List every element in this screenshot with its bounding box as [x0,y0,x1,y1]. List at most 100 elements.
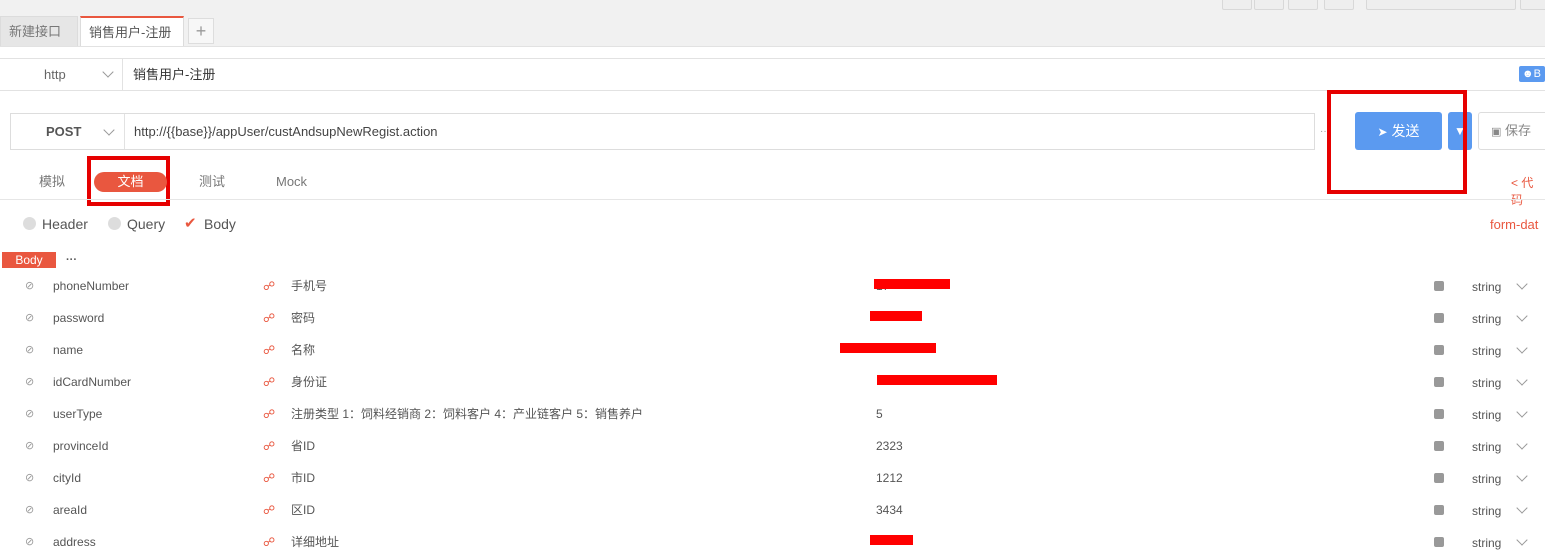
toolbar-button[interactable] [1222,0,1252,10]
param-name[interactable]: phoneNumber [53,278,129,294]
param-desc[interactable]: 省ID [291,438,315,454]
param-type[interactable]: string [1472,407,1501,423]
pin-icon[interactable]: ⊘ [25,502,34,518]
param-name[interactable]: address [53,534,96,550]
toolbar-button[interactable] [1324,0,1354,10]
subtab-simulate[interactable]: 模拟 [39,172,65,192]
divider [0,199,1545,200]
interface-name-input[interactable]: 销售用户-注册 [133,59,215,90]
header-label: Header [42,216,88,232]
protocol-select[interactable]: http [0,59,123,90]
cube-icon[interactable] [1434,537,1444,547]
table-row [0,342,1545,358]
subtab-mock[interactable]: Mock [276,172,307,192]
param-type[interactable]: string [1472,471,1501,487]
table-row [0,502,1545,518]
param-name[interactable]: provinceId [53,438,108,454]
toolbar-button[interactable] [1288,0,1318,10]
pin-icon[interactable]: ⊘ [25,374,34,390]
link-icon[interactable]: ☍ [263,374,275,390]
request-url-bar: POST http://{{base}}/appUser/custAndsupN… [10,113,1330,150]
param-name[interactable]: areaId [53,502,87,518]
param-type[interactable]: string [1472,439,1501,455]
param-value[interactable]: 2323 [876,438,903,454]
param-type[interactable]: string [1472,503,1501,519]
toolbar-button[interactable] [1520,0,1545,10]
environment-select[interactable] [1366,0,1516,10]
url-input[interactable]: http://{{base}}/appUser/custAndsupNewReg… [134,114,438,149]
link-icon[interactable]: ☍ [263,502,275,518]
cube-icon[interactable] [1434,505,1444,515]
cube-icon[interactable] [1434,313,1444,323]
param-name[interactable]: password [53,310,104,326]
method-select[interactable]: POST [11,114,125,149]
subtab-doc[interactable]: 文档 [94,172,167,192]
link-icon[interactable]: ☍ [263,310,275,326]
content-type-label[interactable]: form-dat [1490,217,1538,232]
param-desc[interactable]: 区ID [291,502,315,518]
toolbar-button[interactable] [1254,0,1284,10]
tab-sales-user-register[interactable]: 销售用户-注册 [80,16,184,46]
cube-icon[interactable] [1434,281,1444,291]
param-type[interactable]: string [1472,535,1501,551]
user-badge[interactable]: ☻B [1519,66,1545,82]
link-icon[interactable]: ☍ [263,438,275,454]
cube-icon[interactable] [1434,473,1444,483]
pin-icon[interactable]: ⊘ [25,310,34,326]
pin-icon[interactable]: ⊘ [25,278,34,294]
param-name[interactable]: idCardNumber [53,374,131,390]
cube-icon[interactable] [1434,409,1444,419]
pin-icon[interactable]: ⊘ [25,342,34,358]
method-value: POST [46,124,82,139]
param-desc[interactable]: 市ID [291,470,315,486]
table-row [0,438,1545,454]
save-button[interactable]: ▣ 保存 [1478,112,1545,150]
highlight-box-send [1327,90,1467,194]
add-tab-button[interactable]: + [188,18,214,44]
param-desc[interactable]: 密码 [291,310,315,326]
link-icon[interactable]: ☍ [263,278,275,294]
param-type[interactable]: string [1472,375,1501,391]
param-type[interactable]: string [1472,343,1501,359]
link-icon[interactable]: ☍ [263,470,275,486]
interface-info-row: http 销售用户-注册 ☻B [0,58,1545,91]
param-desc[interactable]: 详细地址 [291,534,339,550]
redaction-mark [874,279,950,289]
user-icon: ☻ [1522,68,1534,80]
param-value[interactable]: 1212 [876,470,903,486]
header-radio[interactable] [23,217,36,230]
param-value[interactable]: 5 [876,406,883,422]
link-icon[interactable]: ☍ [263,534,275,550]
tab-new-interface[interactable]: 新建接口 [0,16,78,46]
code-link[interactable]: < 代码 [1511,174,1545,208]
pin-icon[interactable]: ⊘ [25,438,34,454]
link-icon[interactable]: ☍ [263,406,275,422]
body-checkbox-checked-icon[interactable]: ✔ [184,214,197,232]
pin-icon[interactable]: ⊘ [25,534,34,550]
pin-icon[interactable]: ⊘ [25,406,34,422]
table-row [0,470,1545,486]
param-name[interactable]: userType [53,406,102,422]
param-desc[interactable]: 身份证 [291,374,327,390]
link-icon[interactable]: ☍ [263,342,275,358]
param-desc[interactable]: 名称 [291,342,315,358]
body-more-icon[interactable]: ··· [66,254,77,266]
cube-icon[interactable] [1434,377,1444,387]
user-badge-label: B [1533,68,1541,80]
subtab-test[interactable]: 测试 [199,172,225,192]
cube-icon[interactable] [1434,345,1444,355]
param-desc[interactable]: 手机号 [291,278,327,294]
cube-icon[interactable] [1434,441,1444,451]
pin-icon[interactable]: ⊘ [25,470,34,486]
param-type[interactable]: string [1472,311,1501,327]
param-name[interactable]: name [53,342,83,358]
query-radio[interactable] [108,217,121,230]
param-name[interactable]: cityId [53,470,81,486]
table-row [0,534,1545,550]
param-type[interactable]: string [1472,279,1501,295]
table-row [0,310,1545,326]
query-label: Query [127,216,166,232]
param-desc[interactable]: 注册类型 1：饲料经销商 2：饲料客户 4：产业链客户 5：销售养户 [291,406,643,422]
param-value[interactable]: 3434 [876,502,903,518]
chevron-down-icon [102,66,114,78]
